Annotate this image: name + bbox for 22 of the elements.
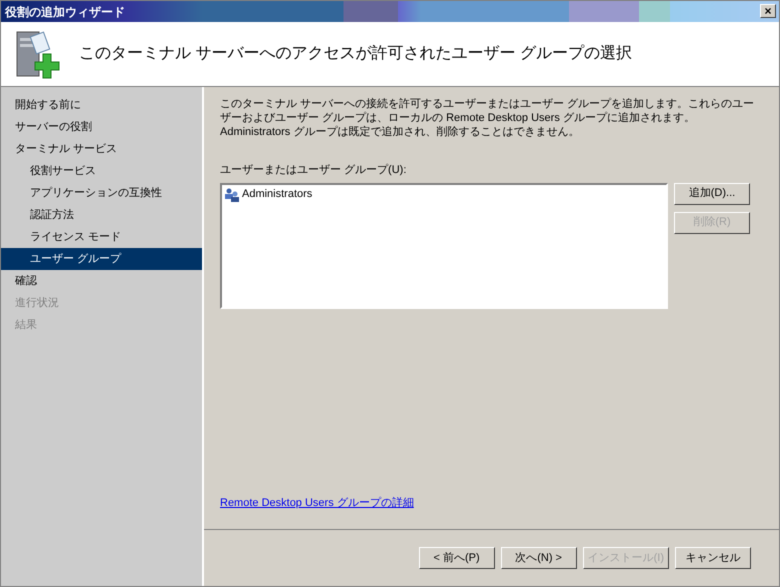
sidebar-item[interactable]: ライセンス モード — [1, 226, 202, 248]
window-title: 役割の追加ウィザード — [4, 4, 125, 20]
list-item[interactable]: Administrators — [242, 186, 312, 203]
page-heading: このターミナル サーバーへのアクセスが許可されたユーザー グループの選択 — [79, 44, 632, 64]
user-group-icon — [224, 188, 240, 202]
sidebar-item[interactable]: サーバーの役割 — [1, 116, 202, 138]
sidebar-item[interactable]: ターミナル サービス — [1, 138, 202, 160]
sidebar-item[interactable]: 確認 — [1, 270, 202, 292]
sidebar-item[interactable]: 認証方法 — [1, 204, 202, 226]
dialog-button[interactable]: 次へ(N) > — [500, 547, 577, 569]
sidebar-item[interactable]: ユーザー グループ — [1, 248, 202, 270]
sidebar-item[interactable]: アプリケーションの互換性 — [1, 182, 202, 204]
list-label: ユーザーまたはユーザー グループ(U): — [220, 162, 408, 178]
details-link[interactable]: Remote Desktop Users グループの詳細 — [220, 494, 414, 511]
description-text: このターミナル サーバーへの接続を許可するユーザーまたはユーザー グループを追加します。これらのユーザーおよびユーザー グループは、ローカルの Remote Desktop Users グループに追加されます。Administrators グループは既定で追加され、削除することはできません。 — [220, 97, 756, 139]
sidebar-item[interactable]: 開始する前に — [1, 94, 202, 116]
sidebar-item[interactable]: 役割サービス — [1, 160, 202, 182]
dialog-button[interactable]: 追加(D)... — [674, 182, 750, 204]
dialog-button[interactable]: キャンセル — [675, 547, 751, 569]
dialog-button[interactable]: < 前へ(P) — [418, 547, 495, 569]
close-button[interactable]: × — [760, 4, 776, 18]
user-group-list[interactable]: Administrators — [220, 182, 668, 308]
